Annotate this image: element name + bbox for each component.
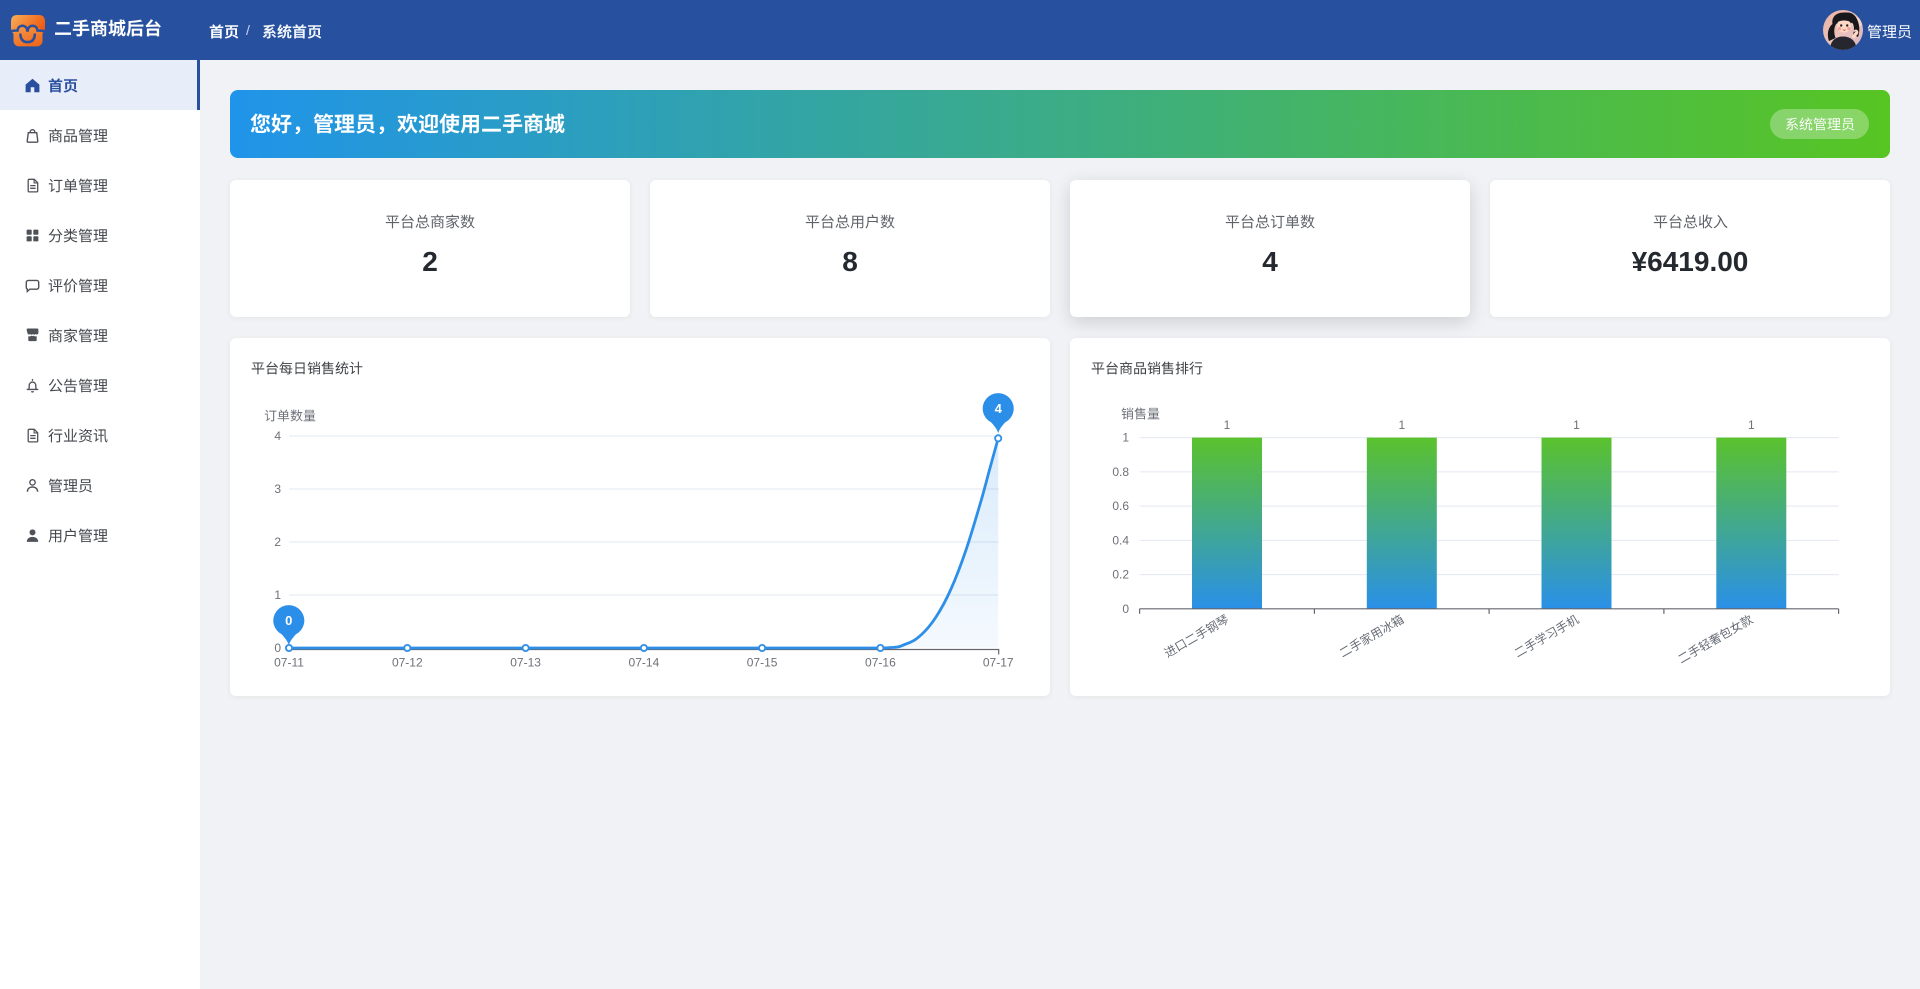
svg-text:4: 4 [995,401,1003,416]
svg-text:4: 4 [274,429,281,443]
svg-text:0.8: 0.8 [1112,465,1129,479]
svg-text:1: 1 [1122,431,1129,445]
svg-text:0.2: 0.2 [1112,568,1129,582]
svg-text:07-12: 07-12 [392,656,423,670]
svg-text:07-13: 07-13 [510,656,541,670]
svg-text:07-15: 07-15 [747,656,778,670]
svg-text:07-16: 07-16 [865,656,896,670]
svg-text:1: 1 [274,588,281,602]
svg-text:0.6: 0.6 [1112,499,1129,513]
svg-text:1: 1 [1573,418,1580,432]
svg-text:0: 0 [285,613,292,628]
svg-text:1: 1 [1748,418,1755,432]
svg-text:1: 1 [1398,418,1405,432]
svg-text:0: 0 [1122,602,1129,616]
svg-text:1: 1 [1224,418,1231,432]
svg-text:07-17: 07-17 [983,656,1014,670]
svg-text:0: 0 [274,641,281,655]
svg-text:07-14: 07-14 [629,656,660,670]
svg-text:2: 2 [274,535,281,549]
svg-text:3: 3 [274,482,281,496]
svg-text:0.4: 0.4 [1112,533,1129,547]
svg-text:07-11: 07-11 [274,656,304,670]
